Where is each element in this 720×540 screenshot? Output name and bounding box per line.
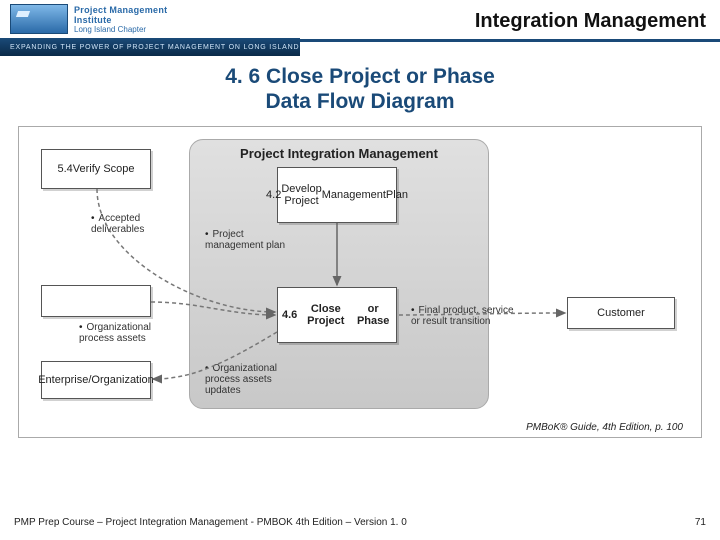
- box-verify-scope: 5.4Verify Scope: [41, 149, 151, 189]
- label-opa: Organizational process assets: [79, 322, 174, 344]
- footer: PMP Prep Course – Project Integration Ma…: [0, 517, 720, 528]
- box-blank-opa: [41, 285, 151, 317]
- header-rule: [300, 39, 720, 42]
- org-line1: Project Management Institute: [74, 5, 194, 25]
- box-enterprise-org: Enterprise/Organization: [41, 361, 151, 399]
- panel-title: Project Integration Management: [190, 140, 488, 161]
- box-close-project: 4.6Close Projector Phase: [277, 287, 397, 343]
- title-line2: Data Flow Diagram: [0, 89, 720, 114]
- pmi-logo-icon: [10, 4, 68, 34]
- label-pm-plan: Project management plan: [205, 229, 300, 251]
- page-number: 71: [695, 517, 706, 528]
- diagram-container: Project Integration Management 5.4Verify…: [18, 126, 702, 438]
- section-topic: Integration Management: [300, 0, 720, 39]
- box-customer: Customer: [567, 297, 675, 329]
- page-title: 4. 6 Close Project or Phase Data Flow Di…: [0, 64, 720, 114]
- label-opa-updates: Organizational process assets updates: [205, 363, 310, 396]
- org-line2: Long Island Chapter: [74, 25, 194, 34]
- title-line1: 4. 6 Close Project or Phase: [0, 64, 720, 89]
- footer-left: PMP Prep Course – Project Integration Ma…: [14, 517, 407, 528]
- label-final-product: Final product, service or result transit…: [411, 305, 521, 327]
- org-name: Project Management Institute Long Island…: [74, 4, 194, 34]
- label-accepted-deliverables: Accepted deliverables: [91, 213, 186, 235]
- tagline-strip: EXPANDING THE POWER OF PROJECT MANAGEMEN…: [0, 38, 300, 56]
- box-develop-plan: 4.2Develop ProjectManagementPlan: [277, 167, 397, 223]
- logo-block: Project Management Institute Long Island…: [0, 0, 300, 56]
- header: Project Management Institute Long Island…: [0, 0, 720, 56]
- source-credit: PMBoK® Guide, 4th Edition, p. 100: [526, 422, 683, 433]
